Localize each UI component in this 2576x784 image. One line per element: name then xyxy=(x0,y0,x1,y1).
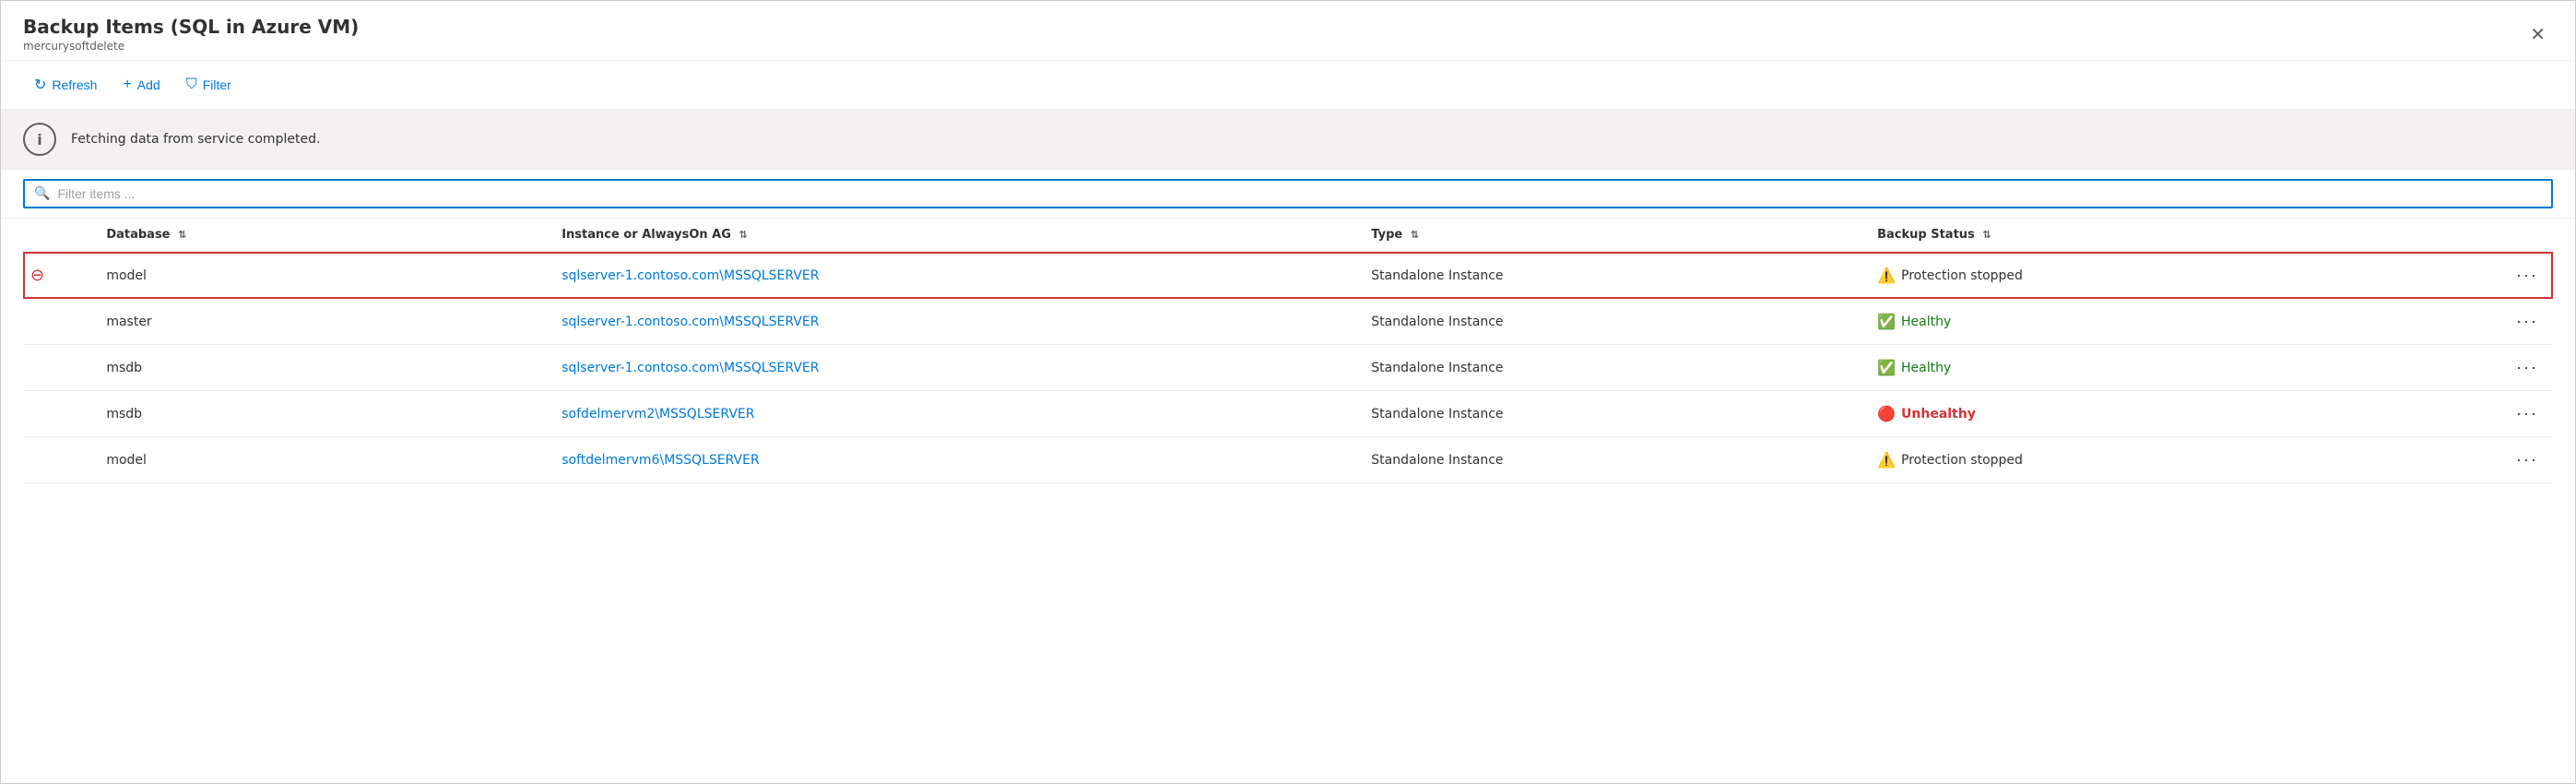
row-instance[interactable]: sqlserver-1.contoso.com\MSSQLSERVER xyxy=(554,252,1364,299)
row-backup-status: ✅ Healthy xyxy=(1870,299,2427,345)
row-actions: ··· xyxy=(2427,391,2553,437)
search-icon: 🔍 xyxy=(34,186,50,201)
row-instance[interactable]: sqlserver-1.contoso.com\MSSQLSERVER xyxy=(554,299,1364,345)
col-header-actions xyxy=(2427,219,2553,252)
window-subtitle: mercurysoftdelete xyxy=(23,40,359,53)
info-banner: i Fetching data from service completed. xyxy=(1,110,2575,170)
add-icon: + xyxy=(123,77,131,93)
instance-link[interactable]: sqlserver-1.contoso.com\MSSQLSERVER xyxy=(561,315,819,329)
row-backup-status: 🔴 Unhealthy xyxy=(1870,391,2427,437)
table-row[interactable]: msdb sofdelmervm2\MSSQLSERVER Standalone I… xyxy=(23,391,2553,437)
table-row[interactable]: ⊖ model sqlserver-1.contoso.com\MSSQLSERVE… xyxy=(23,252,2553,299)
col-header-instance: Instance or AlwaysOn AG ⇅ xyxy=(554,219,1364,252)
row-database: model xyxy=(99,252,554,299)
window-title: Backup Items (SQL in Azure VM) xyxy=(23,16,359,38)
more-options-button[interactable]: ··· xyxy=(2509,310,2546,333)
row-backup-status: ✅ Healthy xyxy=(1870,345,2427,391)
row-type: Standalone Instance xyxy=(1364,391,1870,437)
status-label: Healthy xyxy=(1901,315,1951,329)
healthy-icon: ✅ xyxy=(1877,359,1896,376)
banner-message: Fetching data from service completed. xyxy=(71,132,320,147)
row-type: Standalone Instance xyxy=(1364,345,1870,391)
row-database: msdb xyxy=(99,345,554,391)
error-icon: 🔴 xyxy=(1877,405,1896,422)
warning-icon: ⚠️ xyxy=(1877,451,1896,469)
col-header-icon xyxy=(23,219,99,252)
row-type: Standalone Instance xyxy=(1364,437,1870,483)
more-options-button[interactable]: ··· xyxy=(2509,402,2546,425)
row-instance[interactable]: sofdelmervm2\MSSQLSERVER xyxy=(554,391,1364,437)
title-section: Backup Items (SQL in Azure VM) mercuryso… xyxy=(23,16,359,53)
more-options-button[interactable]: ··· xyxy=(2509,356,2546,379)
instance-link[interactable]: sqlserver-1.contoso.com\MSSQLSERVER xyxy=(561,361,819,375)
status-label: Protection stopped xyxy=(1901,453,2023,468)
row-status-icon xyxy=(23,437,99,483)
info-icon: i xyxy=(23,123,56,156)
row-actions: ··· xyxy=(2427,437,2553,483)
instance-link[interactable]: sqlserver-1.contoso.com\MSSQLSERVER xyxy=(561,268,819,283)
status-label: Unhealthy xyxy=(1901,407,1976,422)
warning-icon: ⚠️ xyxy=(1877,267,1896,284)
sort-icon-status[interactable]: ⇅ xyxy=(1982,229,1991,241)
row-database: master xyxy=(99,299,554,345)
row-status-icon xyxy=(23,391,99,437)
sort-icon-instance[interactable]: ⇅ xyxy=(739,229,747,241)
search-input[interactable] xyxy=(57,186,2542,201)
row-actions: ··· xyxy=(2427,345,2553,391)
search-bar: 🔍 xyxy=(1,170,2575,219)
stop-icon: ⊖ xyxy=(30,266,44,285)
row-backup-status: ⚠️ Protection stopped xyxy=(1870,252,2427,299)
filter-label: Filter xyxy=(203,77,231,92)
row-actions: ··· xyxy=(2427,252,2553,299)
refresh-button[interactable]: ↻ Refresh xyxy=(23,70,108,100)
instance-link[interactable]: sofdelmervm2\MSSQLSERVER xyxy=(561,407,754,422)
status-label: Protection stopped xyxy=(1901,268,2023,283)
row-type: Standalone Instance xyxy=(1364,252,1870,299)
row-instance[interactable]: softdelmervm6\MSSQLSERVER xyxy=(554,437,1364,483)
more-options-button[interactable]: ··· xyxy=(2509,264,2546,287)
instance-link[interactable]: softdelmervm6\MSSQLSERVER xyxy=(561,453,760,468)
row-type: Standalone Instance xyxy=(1364,299,1870,345)
sort-icon-type[interactable]: ⇅ xyxy=(1411,229,1419,241)
table-header-row: Database ⇅ Instance or AlwaysOn AG ⇅ Typ… xyxy=(23,219,2553,252)
col-header-database: Database ⇅ xyxy=(99,219,554,252)
row-status-icon: ⊖ xyxy=(23,252,99,299)
filter-button[interactable]: ⛉ Filter xyxy=(175,71,242,99)
row-instance[interactable]: sqlserver-1.contoso.com\MSSQLSERVER xyxy=(554,345,1364,391)
title-bar: Backup Items (SQL in Azure VM) mercuryso… xyxy=(1,1,2575,61)
row-backup-status: ⚠️ Protection stopped xyxy=(1870,437,2427,483)
row-status-icon xyxy=(23,345,99,391)
more-options-button[interactable]: ··· xyxy=(2509,448,2546,471)
col-header-status: Backup Status ⇅ xyxy=(1870,219,2427,252)
table-row[interactable]: master sqlserver-1.contoso.com\MSSQLSERVE… xyxy=(23,299,2553,345)
table-row[interactable]: model softdelmervm6\MSSQLSERVER Standalone… xyxy=(23,437,2553,483)
healthy-icon: ✅ xyxy=(1877,313,1896,330)
filter-icon: ⛉ xyxy=(186,77,197,93)
add-button[interactable]: + Add xyxy=(112,71,171,99)
col-header-type: Type ⇅ xyxy=(1364,219,1870,252)
table-row[interactable]: msdb sqlserver-1.contoso.com\MSSQLSERVER S… xyxy=(23,345,2553,391)
toolbar: ↻ Refresh + Add ⛉ Filter xyxy=(1,61,2575,110)
row-actions: ··· xyxy=(2427,299,2553,345)
backup-items-table: Database ⇅ Instance or AlwaysOn AG ⇅ Typ… xyxy=(23,219,2553,483)
refresh-label: Refresh xyxy=(52,77,97,92)
row-status-icon xyxy=(23,299,99,345)
row-database: model xyxy=(99,437,554,483)
row-database: msdb xyxy=(99,391,554,437)
search-input-wrap: 🔍 xyxy=(23,179,2553,208)
add-label: Add xyxy=(137,77,160,92)
table-container: Database ⇅ Instance or AlwaysOn AG ⇅ Typ… xyxy=(1,219,2575,483)
status-label: Healthy xyxy=(1901,361,1951,375)
refresh-icon: ↻ xyxy=(34,76,46,94)
sort-icon-database[interactable]: ⇅ xyxy=(178,229,186,241)
close-button[interactable]: ✕ xyxy=(2523,19,2553,50)
